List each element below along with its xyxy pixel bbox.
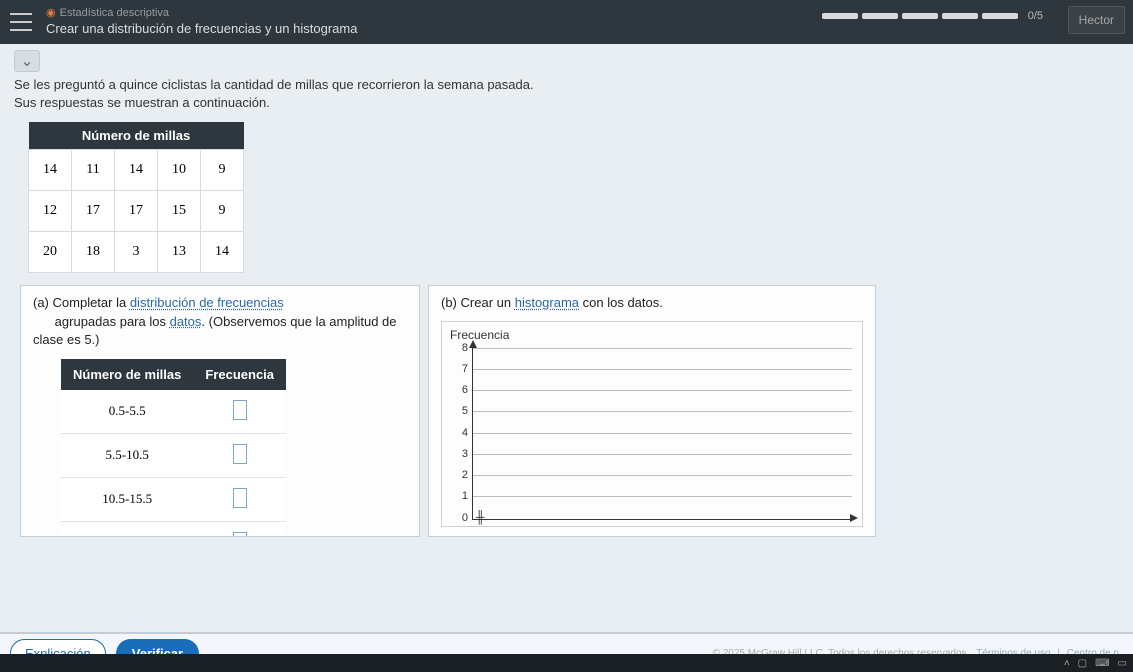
progress-seg bbox=[982, 13, 1018, 19]
intro-line1: Se les preguntó a quince ciclistas la ca… bbox=[14, 76, 1119, 94]
freq-col-class: Número de millas bbox=[61, 359, 193, 390]
content-area: ⌄ Se les preguntó a quince ciclistas la … bbox=[0, 44, 1133, 632]
y-tick-label: 8 bbox=[450, 342, 468, 354]
gridline bbox=[473, 390, 852, 391]
y-tick-label: 2 bbox=[450, 469, 468, 481]
freq-input-1[interactable] bbox=[233, 400, 247, 420]
table-row: 14 11 14 10 9 bbox=[29, 150, 244, 191]
panel-a: (a) Completar la distribución de frecuen… bbox=[20, 285, 420, 537]
y-tick-label: 3 bbox=[450, 448, 468, 460]
gridline bbox=[473, 496, 852, 497]
freq-input-3[interactable] bbox=[233, 488, 247, 508]
os-taskbar: ˄ ▢ ⌨ ▭ bbox=[0, 654, 1133, 672]
collapse-button[interactable]: ⌄ bbox=[14, 50, 40, 72]
tray-display-icon[interactable]: ▢ bbox=[1078, 658, 1087, 669]
freq-row: 15.5-20.5 bbox=[61, 521, 286, 537]
y-tick-label: 0 bbox=[450, 512, 468, 524]
header-titles: ◉Estadística descriptiva Crear una distr… bbox=[46, 6, 357, 37]
user-button[interactable]: Hector bbox=[1068, 6, 1125, 34]
freq-input-4[interactable] bbox=[233, 532, 247, 537]
y-tick-label: 4 bbox=[450, 427, 468, 439]
y-tick-label: 1 bbox=[450, 490, 468, 502]
frequency-table: Número de millas Frecuencia 0.5-5.5 5.5-… bbox=[61, 359, 286, 537]
progress-seg bbox=[942, 13, 978, 19]
table-row: 12 17 17 15 9 bbox=[29, 191, 244, 232]
x-axis-arrow-icon bbox=[850, 514, 858, 522]
histogram-plot[interactable] bbox=[472, 348, 852, 520]
term-distribucion[interactable]: distribución de frecuencias bbox=[130, 295, 284, 310]
intro-line2: Sus respuestas se muestran a continuació… bbox=[14, 94, 1119, 112]
gridline bbox=[473, 433, 852, 434]
question-panels: (a) Completar la distribución de frecuen… bbox=[20, 285, 1119, 537]
term-histograma[interactable]: histograma bbox=[515, 295, 579, 310]
chevron-down-icon: ⌄ bbox=[20, 51, 33, 71]
y-tick-label: 6 bbox=[450, 384, 468, 396]
progress-seg bbox=[862, 13, 898, 19]
freq-col-freq: Frecuencia bbox=[193, 359, 286, 390]
gridline bbox=[473, 454, 852, 455]
question-intro: Se les preguntó a quince ciclistas la ca… bbox=[14, 76, 1119, 112]
part-b-prompt: (b) Crear un histograma con los datos. bbox=[441, 294, 863, 312]
data-table-header: Número de millas bbox=[29, 122, 244, 150]
progress-seg bbox=[822, 13, 858, 19]
part-a-prompt: (a) Completar la distribución de frecuen… bbox=[33, 294, 407, 349]
y-axis-arrow-icon bbox=[469, 340, 477, 348]
histogram-ylabel: Frecuencia bbox=[450, 328, 854, 342]
progress-indicator: 0/5 bbox=[822, 10, 1043, 22]
tray-up-icon[interactable]: ˄ bbox=[1064, 658, 1070, 669]
gridline bbox=[473, 348, 852, 349]
page-title: Crear una distribución de frecuencias y … bbox=[46, 21, 357, 38]
top-bar: ◉Estadística descriptiva Crear una distr… bbox=[0, 0, 1133, 44]
progress-count: 0/5 bbox=[1028, 10, 1043, 22]
tray-battery-icon[interactable]: ▭ bbox=[1118, 658, 1127, 669]
breadcrumb: ◉Estadística descriptiva bbox=[46, 6, 357, 20]
freq-row: 0.5-5.5 bbox=[61, 390, 286, 434]
term-datos[interactable]: datos bbox=[170, 314, 202, 329]
gridline bbox=[473, 411, 852, 412]
freq-input-2[interactable] bbox=[233, 444, 247, 464]
gridline bbox=[473, 475, 852, 476]
data-table: Número de millas 14 11 14 10 9 12 17 17 … bbox=[28, 122, 244, 273]
menu-icon[interactable] bbox=[10, 13, 32, 31]
freq-row: 10.5-15.5 bbox=[61, 477, 286, 521]
freq-row: 5.5-10.5 bbox=[61, 433, 286, 477]
axis-break-icon: ╫ bbox=[476, 510, 483, 524]
histogram-canvas[interactable]: Frecuencia ╫ 0 1 2 3 4 5 6 7 8 bbox=[441, 321, 863, 527]
y-tick-label: 7 bbox=[450, 363, 468, 375]
table-row: 20 18 3 13 14 bbox=[29, 232, 244, 273]
progress-seg bbox=[902, 13, 938, 19]
y-tick-label: 5 bbox=[450, 405, 468, 417]
tray-wifi-icon[interactable]: ⌨ bbox=[1095, 658, 1109, 669]
panel-b: (b) Crear un histograma con los datos. F… bbox=[428, 285, 876, 537]
gridline bbox=[473, 369, 852, 370]
